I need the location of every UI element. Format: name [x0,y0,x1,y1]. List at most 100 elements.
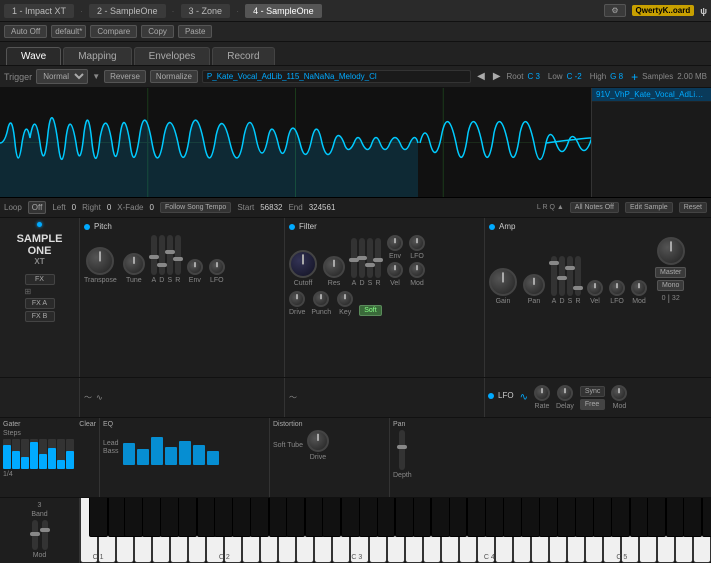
tab-sampleone-1[interactable]: 2 - SampleOne [89,4,166,18]
black-key-15[interactable] [341,498,360,537]
black-key-14[interactable] [322,498,341,537]
black-key-3[interactable] [124,498,143,537]
gater-bar-8[interactable] [66,439,74,469]
paste-btn[interactable]: Paste [178,25,212,38]
follow-btn[interactable]: Follow Song Tempo [160,202,231,213]
black-key-34[interactable] [683,498,702,537]
filter-vel-knob[interactable] [387,262,403,278]
amp-lfo-knob[interactable] [609,280,625,296]
black-key-28[interactable] [575,498,594,537]
black-key-17[interactable] [377,498,396,537]
reverse-btn[interactable]: Reverse [104,70,146,83]
band-slider-2[interactable] [42,520,48,550]
cutoff-knob[interactable] [289,250,317,278]
eq-bar-1[interactable] [123,443,135,465]
eq-bar-2[interactable] [137,449,149,465]
soft-btn[interactable]: Soft [359,305,381,316]
eq-bar-3[interactable] [151,437,163,465]
prev-arrow[interactable]: ◀ [475,71,487,82]
fxa-btn[interactable]: FX A [25,298,55,309]
black-key-27[interactable] [557,498,576,537]
tab-envelopes[interactable]: Envelopes [134,47,211,65]
black-key-21[interactable] [449,498,468,537]
trigger-mode-select[interactable]: Normal [36,69,88,84]
lfo-mod-knob[interactable] [611,385,627,401]
transpose-knob[interactable] [86,247,114,275]
band-slider-1[interactable] [32,520,38,550]
black-key-6[interactable] [178,498,197,537]
black-key-16[interactable] [359,498,378,537]
black-key-33[interactable] [666,498,685,537]
black-key-11[interactable] [269,498,288,537]
gater-bar-4[interactable] [30,439,38,469]
lfo-rate-knob[interactable] [534,385,550,401]
black-key-9[interactable] [232,498,251,537]
copy-btn[interactable]: Copy [141,25,174,38]
master-knob[interactable] [657,237,685,265]
pan-knob[interactable] [523,274,545,296]
gater-bar-2[interactable] [12,439,20,469]
black-key-31[interactable] [630,498,649,537]
drive-knob[interactable] [289,291,305,307]
fxb-btn[interactable]: FX B [25,311,55,322]
black-key-7[interactable] [197,498,216,537]
tab-impact-xt[interactable]: 1 - Impact XT [4,4,74,18]
master-btn[interactable]: Master [655,267,686,278]
black-key-5[interactable] [160,498,179,537]
key-knob[interactable] [337,291,353,307]
loop-select[interactable]: Off [28,201,47,214]
filter-env-knob[interactable] [387,235,403,251]
black-key-32[interactable] [647,498,666,537]
plus-btn[interactable]: + [631,70,638,84]
auto-off-btn[interactable]: Auto Off [4,25,47,38]
preset-select[interactable]: default* [51,25,86,38]
eq-bar-5[interactable] [179,441,191,465]
grid-icon[interactable]: ⊞ [25,287,55,296]
punch-knob[interactable] [313,291,329,307]
pitch-lfo-knob[interactable] [209,259,225,275]
qwerty-badge[interactable]: QwertyK..oard [632,5,695,16]
black-key-29[interactable] [593,498,612,537]
black-key-19[interactable] [413,498,432,537]
black-key-30[interactable] [611,498,630,537]
filter-mod-knob[interactable] [409,262,425,278]
tune-knob[interactable] [123,253,145,275]
tab-wave[interactable]: Wave [6,47,61,65]
black-key-10[interactable] [250,498,269,537]
waveform-main[interactable] [0,88,591,197]
amp-mod-knob[interactable] [631,280,647,296]
reset-btn[interactable]: Reset [679,202,707,213]
edit-sample-btn[interactable]: Edit Sample [625,202,673,213]
next-arrow[interactable]: ▶ [491,71,503,82]
black-key-8[interactable] [214,498,233,537]
black-key-35[interactable] [702,498,711,537]
gater-bar-1[interactable] [3,439,11,469]
lfo-free-btn[interactable]: Free [580,399,606,410]
eq-bar-7[interactable] [207,451,219,465]
gain-knob[interactable] [489,268,517,296]
gater-bar-3[interactable] [21,439,29,469]
all-notes-btn[interactable]: All Notes Off [570,202,619,213]
black-key-1[interactable] [89,498,108,537]
res-knob[interactable] [323,256,345,278]
filter-lfo-knob[interactable] [409,235,425,251]
lfo-delay-knob[interactable] [557,385,573,401]
black-key-12[interactable] [286,498,305,537]
black-key-4[interactable] [142,498,161,537]
eq-bar-6[interactable] [193,445,205,465]
tab-zone[interactable]: 3 - Zone [181,4,231,18]
black-key-22[interactable] [467,498,486,537]
black-key-18[interactable] [395,498,414,537]
gater-bar-7[interactable] [57,439,65,469]
waveform-sidebar-item[interactable]: 91V_VhP_Kate_Vocal_AdLib_115... [592,88,711,102]
normalize-btn[interactable]: Normalize [150,70,198,83]
black-key-24[interactable] [503,498,522,537]
black-key-13[interactable] [305,498,324,537]
tab-sampleone-2[interactable]: 4 - SampleOne [245,4,322,18]
distortion-drive-knob[interactable] [307,430,329,452]
mono-btn[interactable]: Mono [657,280,685,291]
gater-clear-btn[interactable]: Clear [79,421,96,428]
tab-mapping[interactable]: Mapping [63,47,131,65]
eq-bar-4[interactable] [165,447,177,465]
black-key-26[interactable] [539,498,558,537]
